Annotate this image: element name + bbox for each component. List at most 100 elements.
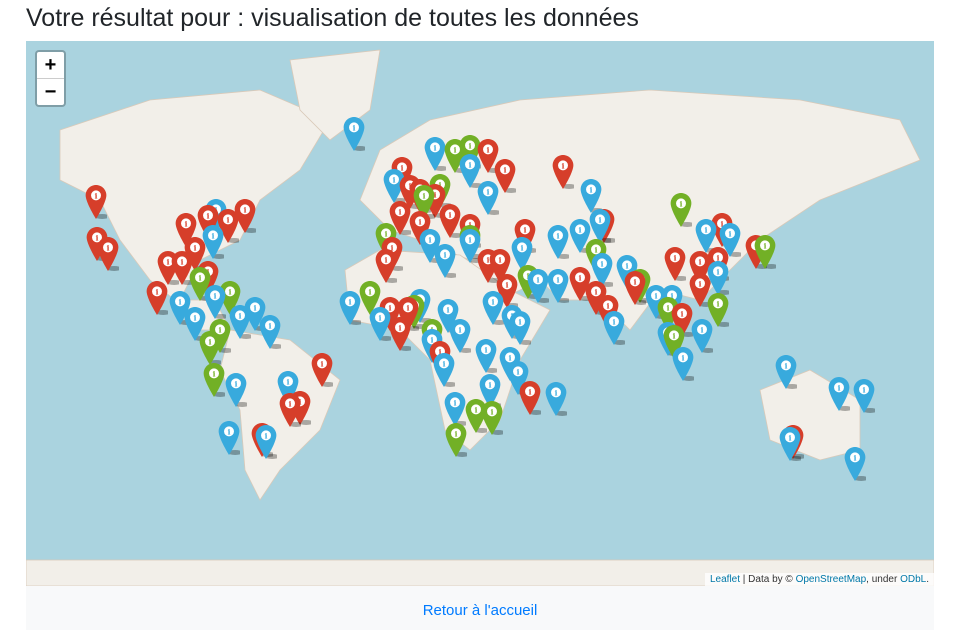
map-marker[interactable]: i — [203, 363, 228, 397]
map-marker[interactable]: i — [519, 381, 544, 415]
map-marker[interactable]: i — [339, 291, 364, 325]
map-marker[interactable]: i — [444, 392, 469, 426]
map-marker[interactable]: i — [146, 281, 171, 315]
map-marker[interactable]: i — [828, 377, 853, 411]
svg-text:i: i — [429, 235, 432, 244]
info-icon: i — [265, 320, 275, 331]
leaflet-link[interactable]: Leaflet — [710, 574, 740, 585]
info-icon: i — [450, 397, 460, 408]
map-marker[interactable]: i — [434, 244, 459, 278]
map-marker[interactable]: i — [375, 249, 400, 283]
map-marker[interactable]: i — [589, 209, 614, 243]
map-marker[interactable]: i — [547, 225, 572, 259]
map-marker[interactable]: i — [369, 307, 394, 341]
zoom-out-button[interactable]: − — [37, 79, 64, 105]
map-marker[interactable]: i — [218, 421, 243, 455]
map-marker[interactable]: i — [389, 317, 414, 351]
map-marker[interactable]: i — [691, 319, 716, 353]
info-icon: i — [349, 122, 359, 133]
svg-text:i: i — [419, 217, 422, 226]
svg-text:i: i — [674, 253, 677, 262]
info-icon: i — [317, 358, 327, 369]
map-marker[interactable]: i — [85, 185, 110, 219]
map-marker[interactable]: i — [603, 311, 628, 345]
map-marker[interactable]: i — [449, 319, 474, 353]
map-marker[interactable]: i — [279, 393, 304, 427]
info-icon: i — [553, 274, 563, 285]
map-marker[interactable]: i — [311, 353, 336, 387]
info-icon: i — [785, 432, 795, 443]
attr-text: , under — [866, 574, 901, 585]
svg-text:i: i — [519, 317, 522, 326]
map-marker[interactable]: i — [97, 237, 122, 271]
map-marker[interactable]: i — [624, 271, 649, 305]
svg-text:i: i — [385, 255, 388, 264]
map-marker[interactable]: i — [552, 155, 577, 189]
info-icon: i — [575, 272, 585, 283]
info-icon: i — [488, 296, 498, 307]
map-marker[interactable]: i — [481, 401, 506, 435]
map-marker[interactable]: i — [664, 247, 689, 281]
map-marker[interactable]: i — [343, 117, 368, 151]
map-marker[interactable]: i — [229, 305, 254, 339]
map-marker[interactable]: i — [199, 331, 224, 365]
map-marker[interactable]: i — [477, 181, 502, 215]
svg-text:i: i — [838, 383, 841, 392]
info-icon: i — [224, 426, 234, 437]
svg-text:i: i — [265, 431, 268, 440]
info-icon: i — [208, 230, 218, 241]
info-icon: i — [485, 379, 495, 390]
map-marker[interactable]: i — [853, 379, 878, 413]
svg-text:i: i — [521, 243, 524, 252]
svg-text:i: i — [229, 287, 232, 296]
map-marker[interactable]: i — [754, 235, 779, 269]
svg-text:i: i — [207, 211, 210, 220]
map-marker[interactable]: i — [547, 269, 572, 303]
map-marker[interactable]: i — [439, 204, 464, 238]
map-marker[interactable]: i — [545, 382, 570, 416]
map-marker[interactable]: i — [509, 311, 534, 345]
map-marker[interactable]: i — [844, 447, 869, 481]
svg-text:i: i — [785, 361, 788, 370]
svg-text:i: i — [489, 380, 492, 389]
map-marker[interactable]: i — [424, 137, 449, 171]
map-marker[interactable]: i — [580, 179, 605, 213]
svg-text:i: i — [506, 280, 509, 289]
svg-text:i: i — [107, 243, 110, 252]
svg-text:i: i — [287, 377, 290, 386]
info-icon: i — [415, 216, 425, 227]
map-marker[interactable]: i — [259, 315, 284, 349]
world-map[interactable]: + − i i i i i i i i i i i i i i i i i i i i i i i i i i i i i i i i i i i i… — [26, 41, 934, 586]
info-icon: i — [177, 256, 187, 267]
info-icon: i — [235, 310, 245, 321]
map-marker[interactable]: i — [445, 423, 470, 457]
svg-text:i: i — [517, 367, 520, 376]
osm-link[interactable]: OpenStreetMap — [796, 574, 867, 585]
info-icon: i — [513, 366, 523, 377]
svg-text:i: i — [557, 275, 560, 284]
svg-text:i: i — [454, 145, 457, 154]
info-icon: i — [603, 300, 613, 311]
map-marker[interactable]: i — [255, 425, 280, 459]
svg-text:i: i — [423, 191, 426, 200]
map-marker[interactable]: i — [670, 193, 695, 227]
map-marker[interactable]: i — [779, 427, 804, 461]
map-marker[interactable]: i — [475, 339, 500, 373]
map-marker[interactable]: i — [225, 373, 250, 407]
svg-text:i: i — [469, 141, 472, 150]
info-icon: i — [481, 344, 491, 355]
map-marker[interactable]: i — [672, 347, 697, 381]
info-icon: i — [205, 336, 215, 347]
svg-text:i: i — [455, 429, 458, 438]
svg-text:i: i — [209, 337, 212, 346]
back-home-link[interactable]: Retour à l'accueil — [423, 602, 538, 619]
map-marker[interactable]: i — [775, 355, 800, 389]
odbl-link[interactable]: ODbL — [900, 574, 926, 585]
map-marker[interactable]: i — [433, 353, 458, 387]
info-icon: i — [91, 190, 101, 201]
map-marker[interactable]: i — [527, 269, 552, 303]
map-marker[interactable]: i — [204, 285, 229, 319]
info-icon: i — [595, 214, 605, 225]
info-icon: i — [283, 376, 293, 387]
zoom-in-button[interactable]: + — [37, 52, 64, 79]
